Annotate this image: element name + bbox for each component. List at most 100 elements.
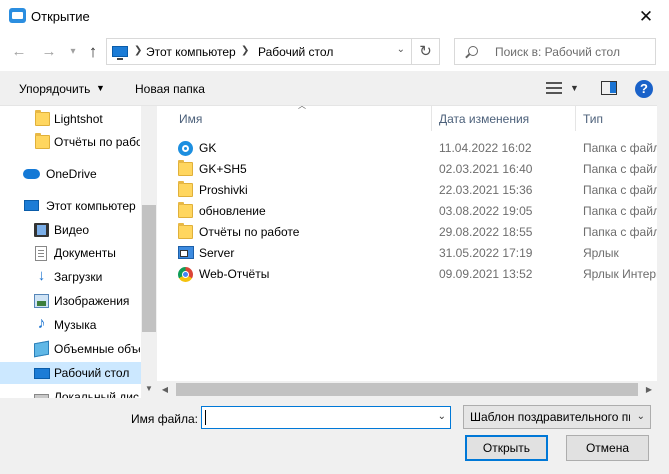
- column-header-label: Дата изменения: [439, 112, 530, 126]
- navigation-pane: Lightshot Отчёты по работе OneDrive Этот…: [0, 106, 157, 399]
- scroll-left-arrow-icon[interactable]: ◀: [157, 382, 173, 398]
- chevron-down-icon[interactable]: ⌄: [397, 44, 405, 55]
- file-date: 02.03.2021 16:40: [439, 162, 533, 176]
- filename-label: Имя файла:: [131, 412, 198, 426]
- organize-button[interactable]: Упорядочить: [19, 82, 90, 96]
- search-icon: [468, 46, 478, 56]
- desktop-icon: [34, 368, 50, 379]
- file-date: 11.04.2022 16:02: [439, 141, 532, 155]
- search-placeholder: Поиск в: Рабочий стол: [495, 45, 620, 59]
- file-name: обновление: [199, 204, 266, 218]
- sidebar-item-label: Объемные объекты: [54, 342, 140, 356]
- recent-locations-dropdown[interactable]: ▾: [64, 42, 82, 62]
- sidebar-item-reports[interactable]: Отчёты по работе: [0, 131, 141, 153]
- sidebar-item-pictures[interactable]: Изображения: [0, 290, 141, 312]
- folder-icon: [35, 110, 50, 126]
- chevron-down-icon[interactable]: ⌄: [438, 411, 446, 422]
- file-date: 29.08.2022 18:55: [439, 225, 533, 239]
- sort-ascending-icon: ︿: [298, 101, 306, 110]
- scroll-down-arrow-icon[interactable]: ▼: [141, 381, 157, 397]
- sidebar-item-label: Изображения: [54, 294, 130, 308]
- refresh-button[interactable]: ↻: [412, 38, 440, 65]
- open-button[interactable]: Открыть: [465, 435, 548, 461]
- new-folder-button[interactable]: Новая папка: [135, 82, 205, 96]
- sidebar-item-label: Отчёты по работе: [54, 135, 140, 149]
- sidebar-item-video[interactable]: Видео: [0, 219, 141, 241]
- sidebar-item-label: Загрузки: [54, 270, 103, 284]
- folder-icon: [178, 160, 193, 176]
- file-type-filter-select[interactable]: Шаблон поздравительного письма ⌄: [463, 405, 651, 429]
- breadcrumb-desktop[interactable]: Рабочий стол: [258, 45, 333, 59]
- view-options-icon[interactable]: [546, 82, 562, 94]
- file-name-bar: Имя файла: ⌄ Шаблон поздравительного пис…: [0, 398, 669, 474]
- breadcrumb-this-pc[interactable]: Этот компьютер: [146, 45, 236, 59]
- chevron-right-icon[interactable]: ❯: [241, 45, 249, 56]
- table-row[interactable]: Web-Отчёты 09.09.2021 13:52 Ярлык Интерн…: [157, 263, 669, 284]
- up-button[interactable]: ↑: [84, 42, 102, 62]
- navigation-bar: ← → ▾ ↑ ❯ Этот компьютер ❯ Рабочий стол …: [0, 33, 669, 71]
- sidebar-item-label: OneDrive: [46, 167, 97, 181]
- scroll-right-arrow-icon[interactable]: ▶: [641, 382, 657, 398]
- sidebar-item-music[interactable]: ♪ Музыка: [0, 314, 141, 336]
- address-bar[interactable]: ❯ Этот компьютер ❯ Рабочий стол ⌄: [106, 38, 412, 65]
- sidebar-item-documents[interactable]: Документы: [0, 242, 141, 264]
- horizontal-scrollbar-thumb[interactable]: [176, 383, 638, 396]
- chevron-down-icon[interactable]: ▼: [96, 83, 105, 93]
- sidebar-scrollbar[interactable]: ▼: [141, 106, 157, 399]
- file-name: Web-Отчёты: [199, 267, 270, 281]
- sidebar-item-this-pc[interactable]: Этот компьютер: [0, 195, 141, 217]
- onedrive-icon: [23, 169, 40, 179]
- folder-icon: [178, 181, 193, 197]
- filename-input[interactable]: ⌄: [201, 406, 451, 429]
- chevron-right-icon[interactable]: ❯: [134, 45, 142, 56]
- app-icon: [9, 8, 26, 23]
- cancel-button[interactable]: Отмена: [566, 435, 649, 461]
- computer-icon: [112, 46, 128, 60]
- back-button[interactable]: ←: [10, 42, 28, 62]
- forward-button[interactable]: →: [40, 42, 58, 62]
- chevron-down-icon[interactable]: ⌄: [637, 411, 645, 422]
- close-button[interactable]: ✕: [623, 0, 669, 33]
- gk-folder-icon: [178, 141, 193, 156]
- search-input[interactable]: Поиск в: Рабочий стол: [454, 38, 656, 65]
- sidebar-item-onedrive[interactable]: OneDrive: [0, 163, 141, 185]
- file-date: 03.08.2022 19:05: [439, 204, 533, 218]
- chrome-icon: [178, 267, 193, 282]
- file-name: GK: [199, 141, 217, 155]
- window-edge: [657, 105, 669, 398]
- sidebar-item-downloads[interactable]: ↓ Загрузки: [0, 266, 141, 288]
- help-icon[interactable]: ?: [635, 80, 653, 98]
- column-header-label: Тип: [583, 112, 604, 126]
- file-name: GK+SH5: [199, 162, 247, 176]
- sidebar-item-label: Этот компьютер: [46, 199, 136, 213]
- pictures-icon: [34, 294, 49, 308]
- table-row[interactable]: GK 11.04.2022 16:02 Папка с файлами: [157, 137, 669, 158]
- column-header-date[interactable]: Дата изменения: [432, 106, 575, 131]
- folder-icon: [178, 223, 193, 239]
- sidebar-scrollbar-thumb[interactable]: [142, 205, 156, 332]
- preview-pane-icon[interactable]: [601, 81, 617, 95]
- music-icon: ♪: [37, 315, 46, 332]
- column-header-name[interactable]: ︿ Имя: [157, 101, 431, 131]
- horizontal-scrollbar[interactable]: ◀ ▶: [157, 381, 657, 399]
- table-row[interactable]: GK+SH5 02.03.2021 16:40 Папка с файлами: [157, 158, 669, 179]
- sidebar-item-3d-objects[interactable]: Объемные объекты: [0, 338, 141, 360]
- documents-icon: [35, 246, 47, 261]
- file-type-filter-value: Шаблон поздравительного письма: [470, 410, 630, 424]
- table-row[interactable]: обновление 03.08.2022 19:05 Папка с файл…: [157, 200, 669, 221]
- sidebar-item-desktop[interactable]: Рабочий стол: [0, 362, 141, 384]
- shortcut-icon: [178, 246, 194, 259]
- table-row[interactable]: Server 31.05.2022 17:19 Ярлык: [157, 242, 657, 263]
- file-date: 31.05.2022 17:19: [439, 246, 533, 260]
- column-header-type[interactable]: Тип: [576, 106, 657, 131]
- chevron-down-icon[interactable]: ▼: [570, 83, 579, 93]
- table-row[interactable]: Отчёты по работе 29.08.2022 18:55 Папка …: [157, 221, 669, 242]
- downloads-icon: ↓: [37, 267, 46, 284]
- computer-icon: [24, 200, 39, 211]
- sidebar-item-label: Музыка: [54, 318, 97, 332]
- file-name: Proshivki: [199, 183, 248, 197]
- sidebar-item-lightshot[interactable]: Lightshot: [0, 108, 141, 130]
- video-icon: [34, 223, 49, 237]
- command-bar: Упорядочить ▼ Новая папка ▼ ?: [0, 71, 669, 105]
- table-row[interactable]: Proshivki 22.03.2021 15:36 Папка с файла…: [157, 179, 669, 200]
